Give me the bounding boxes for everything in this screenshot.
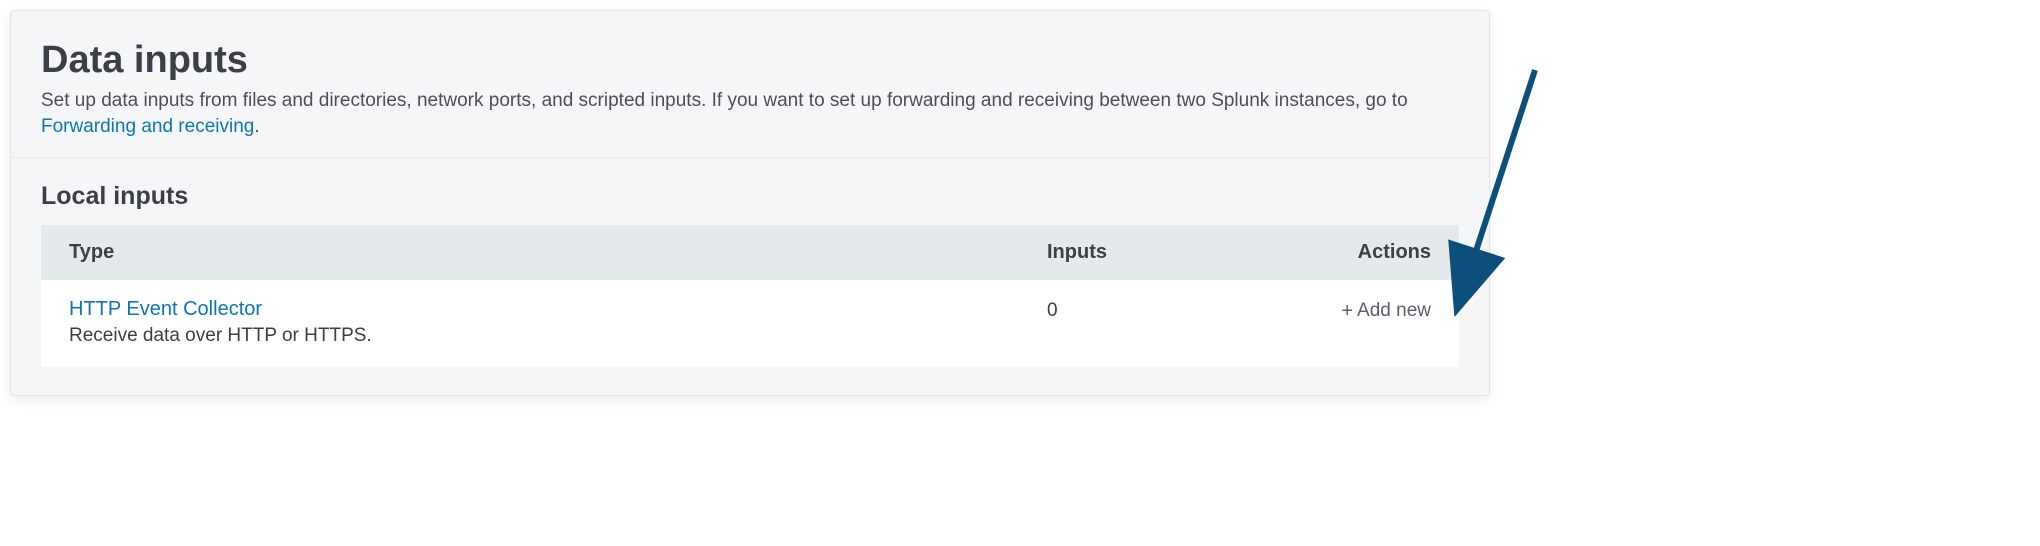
table-row: HTTP Event Collector Receive data over H…	[41, 280, 1459, 367]
cell-type: HTTP Event Collector Receive data over H…	[41, 280, 1019, 367]
cell-inputs-count: 0	[1019, 280, 1199, 367]
local-inputs-table: Type Inputs Actions HTTP Event Collector…	[41, 225, 1459, 367]
page-title: Data inputs	[41, 39, 1459, 82]
add-new-label: Add new	[1357, 300, 1431, 322]
row-description: Receive data over HTTP or HTTPS.	[69, 325, 372, 346]
cell-actions: + Add new	[1199, 280, 1459, 367]
page-description: Set up data inputs from files and direct…	[41, 88, 1459, 139]
add-new-button[interactable]: + Add new	[1341, 300, 1431, 322]
plus-icon: +	[1341, 301, 1353, 321]
data-inputs-panel: Data inputs Set up data inputs from file…	[10, 10, 1490, 396]
table-header-row: Type Inputs Actions	[41, 225, 1459, 280]
local-inputs-table-wrap: Type Inputs Actions HTTP Event Collector…	[11, 225, 1489, 395]
col-header-type: Type	[41, 225, 1019, 280]
description-text-post: .	[254, 116, 259, 137]
http-event-collector-link[interactable]: HTTP Event Collector	[69, 298, 262, 321]
section-title-local-inputs: Local inputs	[11, 158, 1489, 225]
forwarding-receiving-link[interactable]: Forwarding and receiving	[41, 116, 254, 137]
col-header-actions: Actions	[1199, 225, 1459, 280]
description-text-pre: Set up data inputs from files and direct…	[41, 90, 1408, 111]
col-header-inputs: Inputs	[1019, 225, 1199, 280]
page-header: Data inputs Set up data inputs from file…	[11, 11, 1489, 158]
